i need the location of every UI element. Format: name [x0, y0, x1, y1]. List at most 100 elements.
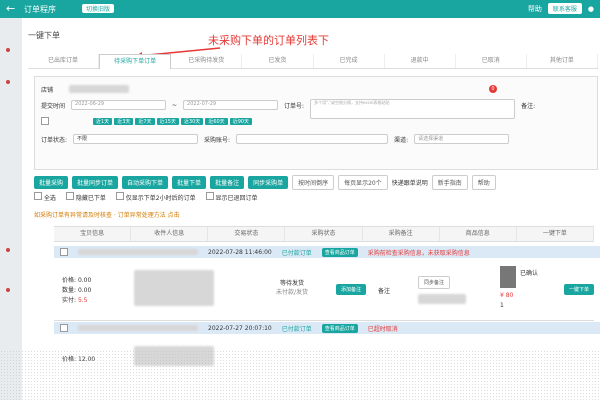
- guide-button[interactable]: 新手指南: [431, 174, 468, 190]
- avatar[interactable]: ●: [588, 5, 594, 13]
- table-header: 宝贝信息 收件人信息 交易状态 采购状态 采购备注 商品信息 一键下单: [54, 226, 594, 242]
- hide-completed-option[interactable]: 隐藏已下单: [65, 192, 106, 202]
- qty-label: 数量:: [62, 287, 77, 294]
- order-error-text: 采购前检查采购信息，未获取采购信息: [367, 249, 470, 257]
- sidebar: [0, 18, 22, 400]
- order-time: 2022-07-27 20:07:10: [208, 324, 272, 332]
- help-button[interactable]: 帮助: [471, 174, 496, 190]
- one-click-order-button[interactable]: 一键下单: [564, 284, 595, 295]
- dither-overlay: [0, 350, 600, 400]
- sidebar-dot-icon: [6, 80, 10, 84]
- date-start-input[interactable]: 2022-06-29: [71, 100, 167, 110]
- order-no-label: 订单号:: [284, 102, 305, 110]
- tab-other[interactable]: 其他订单: [527, 54, 598, 68]
- notes-label: 备注:: [521, 102, 536, 110]
- trade-status: 等待发货: [280, 280, 305, 287]
- goods-title: 已确认: [520, 270, 539, 277]
- remark-tag: 备注: [378, 288, 391, 295]
- tracking-help-link[interactable]: 快递跟单说明: [392, 178, 428, 187]
- product-thumbnail: [500, 266, 516, 288]
- batch-order-button[interactable]: 批量下单: [172, 175, 207, 189]
- sync-remark-button[interactable]: 同步备注: [418, 276, 451, 289]
- filter-row-status: 订单状态: 不限 采购账号: 渠道: 请选择渠道: [41, 133, 591, 145]
- quick-date-chip[interactable]: 近60天: [205, 117, 228, 125]
- price-label: 价格:: [62, 277, 77, 284]
- select-all-label: 全选: [43, 195, 56, 202]
- remark-blurred: [418, 294, 466, 304]
- quick-date-chip[interactable]: 近7天: [135, 117, 155, 125]
- tab-cancelled[interactable]: 已取消: [456, 54, 527, 68]
- order-price-block: 价格: 0.00 数量: 0.00 实付: 5.5: [62, 276, 91, 306]
- sort-select[interactable]: 按时间倒序: [292, 174, 335, 190]
- supplier-label: 采购账号:: [204, 136, 231, 144]
- order-checkbox[interactable]: [60, 324, 68, 332]
- batch-remark-button[interactable]: 批量备注: [210, 175, 245, 189]
- quick-date-chip[interactable]: 近15天: [156, 117, 179, 125]
- recipient-blurred: [134, 270, 214, 306]
- status-label: 订单状态:: [41, 136, 68, 144]
- page-size-select[interactable]: 每页显示20个: [338, 174, 388, 190]
- select-all-checkbox[interactable]: [34, 192, 42, 200]
- order-checkbox[interactable]: [60, 248, 68, 256]
- tab-purchased[interactable]: 已采购待发货: [171, 54, 243, 68]
- include-checkbox[interactable]: [41, 117, 49, 125]
- select-all-option[interactable]: 全选: [34, 192, 56, 202]
- only-show-option[interactable]: 仅显示下单2小时后的订单: [115, 192, 196, 202]
- tab-shipped[interactable]: 已发货: [242, 54, 314, 68]
- batch-sync-button[interactable]: 批量同步订单: [72, 175, 119, 189]
- hide-completed-checkbox[interactable]: [65, 192, 74, 200]
- column-header: 一键下单: [517, 227, 594, 241]
- batch-purchase-button[interactable]: 批量采购: [34, 175, 69, 189]
- sync-purchase-button[interactable]: 同步采购单: [248, 175, 289, 189]
- sidebar-dot-icon: [6, 288, 10, 292]
- view-order-button[interactable]: 查看商品订单: [321, 247, 358, 257]
- filter-row-store: 店铺 0: [41, 83, 591, 95]
- order-error-text: 已超时取消: [367, 325, 398, 333]
- include-returned-label: 显示已退回订单: [215, 195, 258, 202]
- status-select[interactable]: 不限: [73, 134, 199, 144]
- column-header: 宝贝信息: [54, 227, 132, 241]
- back-arrow-icon[interactable]: ←: [6, 2, 15, 15]
- sidebar-dot-icon: [6, 48, 10, 52]
- channel-select[interactable]: 请选择渠道: [414, 134, 510, 144]
- include-returned-option[interactable]: 显示已退回订单: [205, 192, 258, 202]
- column-header: 采购备注: [363, 227, 440, 241]
- column-header: 采购状态: [285, 227, 363, 241]
- tab-pending-purchase[interactable]: 待采购下单订单: [99, 54, 172, 69]
- auto-purchase-button[interactable]: 自动采购下单: [122, 175, 169, 189]
- tab-shipped-out[interactable]: 已出库订单: [28, 54, 100, 68]
- order-status-text: 已付款订单: [281, 249, 312, 257]
- app-title: 订单程序: [24, 5, 56, 14]
- store-label: 店铺: [41, 86, 54, 94]
- switch-version-button[interactable]: 切换旧版: [82, 4, 115, 13]
- contact-support-button[interactable]: 联系客服: [547, 3, 582, 14]
- annotation-text: 未采购下单的订单列表下: [208, 34, 329, 47]
- date-separator: ~: [172, 101, 178, 109]
- order-row-header: 2022-07-28 11:46:00 已付款订单 查看商品订单 采购前检查采购…: [54, 246, 600, 258]
- price-value: 0.00: [77, 277, 92, 284]
- add-remark-button[interactable]: 添加备注: [336, 284, 367, 295]
- quick-date-chip[interactable]: 近1天: [93, 117, 113, 125]
- supplier-input[interactable]: [236, 134, 389, 144]
- page-title: 一键下单: [28, 31, 60, 40]
- column-header: 收件人信息: [131, 227, 209, 241]
- filter-row-date: 提交时间 2022-06-29 ~ 2022-07-29 订单号: 多个用","…: [41, 99, 591, 119]
- tab-completed[interactable]: 已完成: [314, 54, 385, 68]
- date-label: 提交时间: [41, 102, 66, 110]
- tab-refunding[interactable]: 退款中: [385, 54, 456, 68]
- only-show-checkbox[interactable]: [115, 192, 124, 200]
- sidebar-dot-icon: [6, 248, 10, 252]
- include-returned-checkbox[interactable]: [205, 192, 214, 200]
- quick-date-chip[interactable]: 近90天: [229, 117, 253, 125]
- quick-date-chip[interactable]: 近3天: [114, 117, 134, 125]
- view-order-button[interactable]: 查看商品订单: [321, 323, 358, 333]
- goods-qty: 1: [500, 302, 504, 309]
- order-row-header: 2022-07-27 20:07:10 已付款订单 查看商品订单 已超时取消: [54, 322, 600, 334]
- options-row: 全选 隐藏已下单 仅显示下单2小时后的订单 显示已退回订单: [34, 192, 596, 202]
- quick-date-chip[interactable]: 近30天: [180, 117, 204, 125]
- date-end-input[interactable]: 2022-07-29: [183, 100, 279, 110]
- help-link[interactable]: 帮助: [528, 4, 542, 14]
- main-panel: 一键下单 未采购下单的订单列表下 已出库订单 待采购下单订单 已采购待发货 已发…: [22, 18, 600, 400]
- order-id-blurred: [78, 325, 198, 331]
- order-status-text: 已付款订单: [281, 325, 312, 333]
